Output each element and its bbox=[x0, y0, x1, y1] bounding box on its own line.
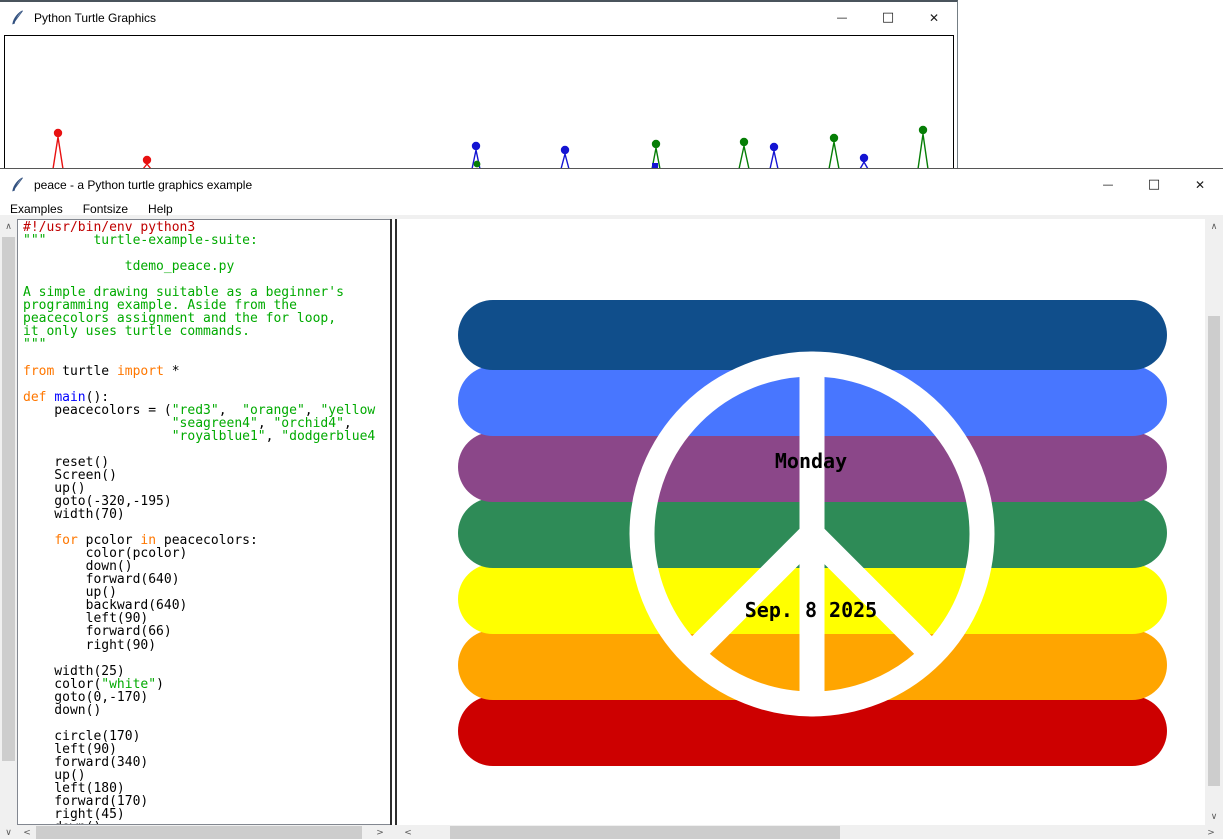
peace-window-titlebar[interactable]: peace - a Python turtle graphics example… bbox=[0, 169, 1223, 200]
desktop: Python Turtle Graphics — □ ✕ peace - a P… bbox=[0, 0, 1223, 839]
turtle-window-titlebar[interactable]: Python Turtle Graphics — □ ✕ bbox=[0, 2, 957, 33]
turtle-figure bbox=[739, 138, 749, 169]
scroll-down-icon[interactable]: ∨ bbox=[1205, 809, 1223, 825]
canvas-vertical-scrollbar[interactable]: ∧ ∨ bbox=[1205, 219, 1223, 825]
turtle-figures-drawing bbox=[5, 36, 953, 171]
turtle-figure bbox=[770, 143, 778, 169]
code-hscroll-thumb[interactable] bbox=[36, 826, 362, 839]
minimize-button[interactable]: — bbox=[819, 2, 865, 33]
scroll-right-icon[interactable]: > bbox=[372, 825, 388, 839]
menu-fontsize[interactable]: Fontsize bbox=[73, 200, 138, 216]
minimize-button[interactable]: — bbox=[1085, 169, 1131, 200]
turtle-figure bbox=[829, 134, 839, 169]
tk-feather-icon bbox=[9, 176, 26, 193]
scroll-left-icon[interactable]: < bbox=[400, 825, 416, 839]
canvas-hscroll-thumb[interactable] bbox=[450, 826, 840, 839]
canvas-vscroll-thumb[interactable] bbox=[1208, 316, 1220, 786]
canvas-horizontal-scrollbar[interactable]: < > bbox=[397, 825, 1223, 839]
tk-feather-icon bbox=[9, 9, 26, 26]
code-vscroll-thumb[interactable] bbox=[2, 237, 15, 761]
window-title: peace - a Python turtle graphics example bbox=[34, 178, 252, 192]
bottom-scrollbar-row: ∨ < > < > bbox=[0, 825, 1223, 839]
code-line: tdemo_peace.py bbox=[23, 260, 390, 273]
day-label: Monday bbox=[775, 449, 847, 473]
date-label: Sep. 8 2025 bbox=[745, 598, 877, 622]
turtle-figure bbox=[860, 154, 868, 169]
close-button[interactable]: ✕ bbox=[1177, 169, 1223, 200]
maximize-button[interactable]: □ bbox=[1131, 169, 1177, 200]
maximize-button[interactable]: □ bbox=[865, 2, 911, 33]
menu-bar: Examples Fontsize Help bbox=[0, 200, 1223, 219]
window-title: Python Turtle Graphics bbox=[34, 11, 156, 25]
scroll-up-icon[interactable]: ∧ bbox=[1205, 219, 1223, 235]
code-text: #!/usr/bin/env python3""" turtle-example… bbox=[23, 221, 390, 825]
code-line: right(90) bbox=[23, 639, 390, 652]
peace-drawing-canvas: Monday Sep. 8 2025 bbox=[397, 219, 1205, 825]
code-line: down() bbox=[23, 704, 390, 717]
close-button[interactable]: ✕ bbox=[911, 2, 957, 33]
pane-divider bbox=[390, 219, 397, 839]
code-line: it only uses turtle commands. bbox=[23, 325, 390, 338]
code-line: """ turtle-example-suite: bbox=[23, 234, 390, 247]
code-line: "royalblue1", "dodgerblue4 bbox=[23, 430, 390, 443]
menu-examples[interactable]: Examples bbox=[0, 200, 73, 216]
turtle-figure bbox=[652, 140, 660, 169]
code-vertical-scrollbar[interactable]: ∧ bbox=[0, 219, 17, 825]
code-line: width(70) bbox=[23, 508, 390, 521]
turtle-figure bbox=[53, 129, 63, 169]
scroll-up-icon[interactable]: ∧ bbox=[0, 219, 17, 235]
turtle-figure bbox=[472, 142, 481, 169]
code-line: """ bbox=[23, 338, 390, 351]
peace-window-content: ∧ #!/usr/bin/env python3""" turtle-examp… bbox=[0, 219, 1223, 839]
source-code-pane[interactable]: #!/usr/bin/env python3""" turtle-example… bbox=[17, 219, 390, 825]
scroll-right-icon[interactable]: > bbox=[1203, 825, 1219, 839]
turtle-figure bbox=[918, 126, 928, 169]
peace-example-window: peace - a Python turtle graphics example… bbox=[0, 168, 1223, 839]
scroll-down-icon[interactable]: ∨ bbox=[0, 825, 17, 839]
scroll-left-icon[interactable]: < bbox=[19, 825, 35, 839]
code-horizontal-scrollbar[interactable]: < > bbox=[17, 825, 390, 839]
code-line: from turtle import * bbox=[23, 365, 390, 378]
menu-help[interactable]: Help bbox=[138, 200, 183, 216]
turtle-figure bbox=[561, 146, 569, 169]
